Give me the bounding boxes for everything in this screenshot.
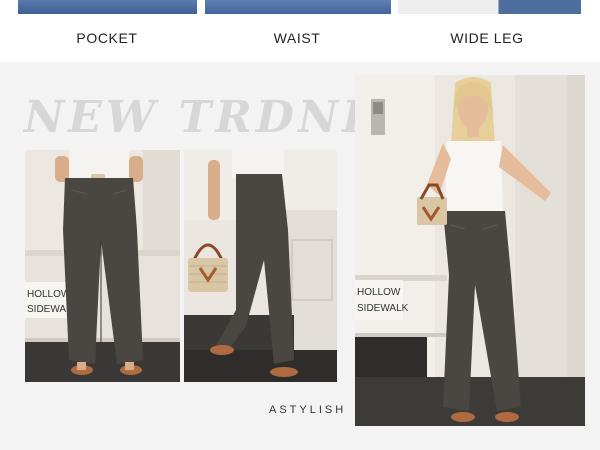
feature-label-waist: WAIST: [273, 30, 321, 46]
sign-text-line-1-large: HOLLOW: [357, 287, 401, 298]
wide-leg-thumbnail: [398, 0, 581, 14]
feature-label-wide-leg: WIDE LEG: [450, 30, 524, 46]
sign-text-line-2-large: SIDEWALK: [357, 303, 409, 314]
photo-full-body: HOLLOW SIDEWALK: [355, 75, 585, 426]
sign-text-line-1: HOLLOW: [27, 289, 71, 300]
waist-thumbnail: [205, 0, 391, 14]
headline: NEW TRDND: [24, 92, 385, 143]
feature-label-pocket: POCKET: [76, 30, 138, 46]
detail-thumbnails: [0, 0, 600, 14]
pocket-thumbnail: [18, 0, 197, 14]
photo-front-view: HOLLOW SIDEWALK: [25, 150, 180, 382]
photo-side-view: [184, 150, 337, 382]
brand-name: ASTYLISH: [269, 404, 347, 416]
